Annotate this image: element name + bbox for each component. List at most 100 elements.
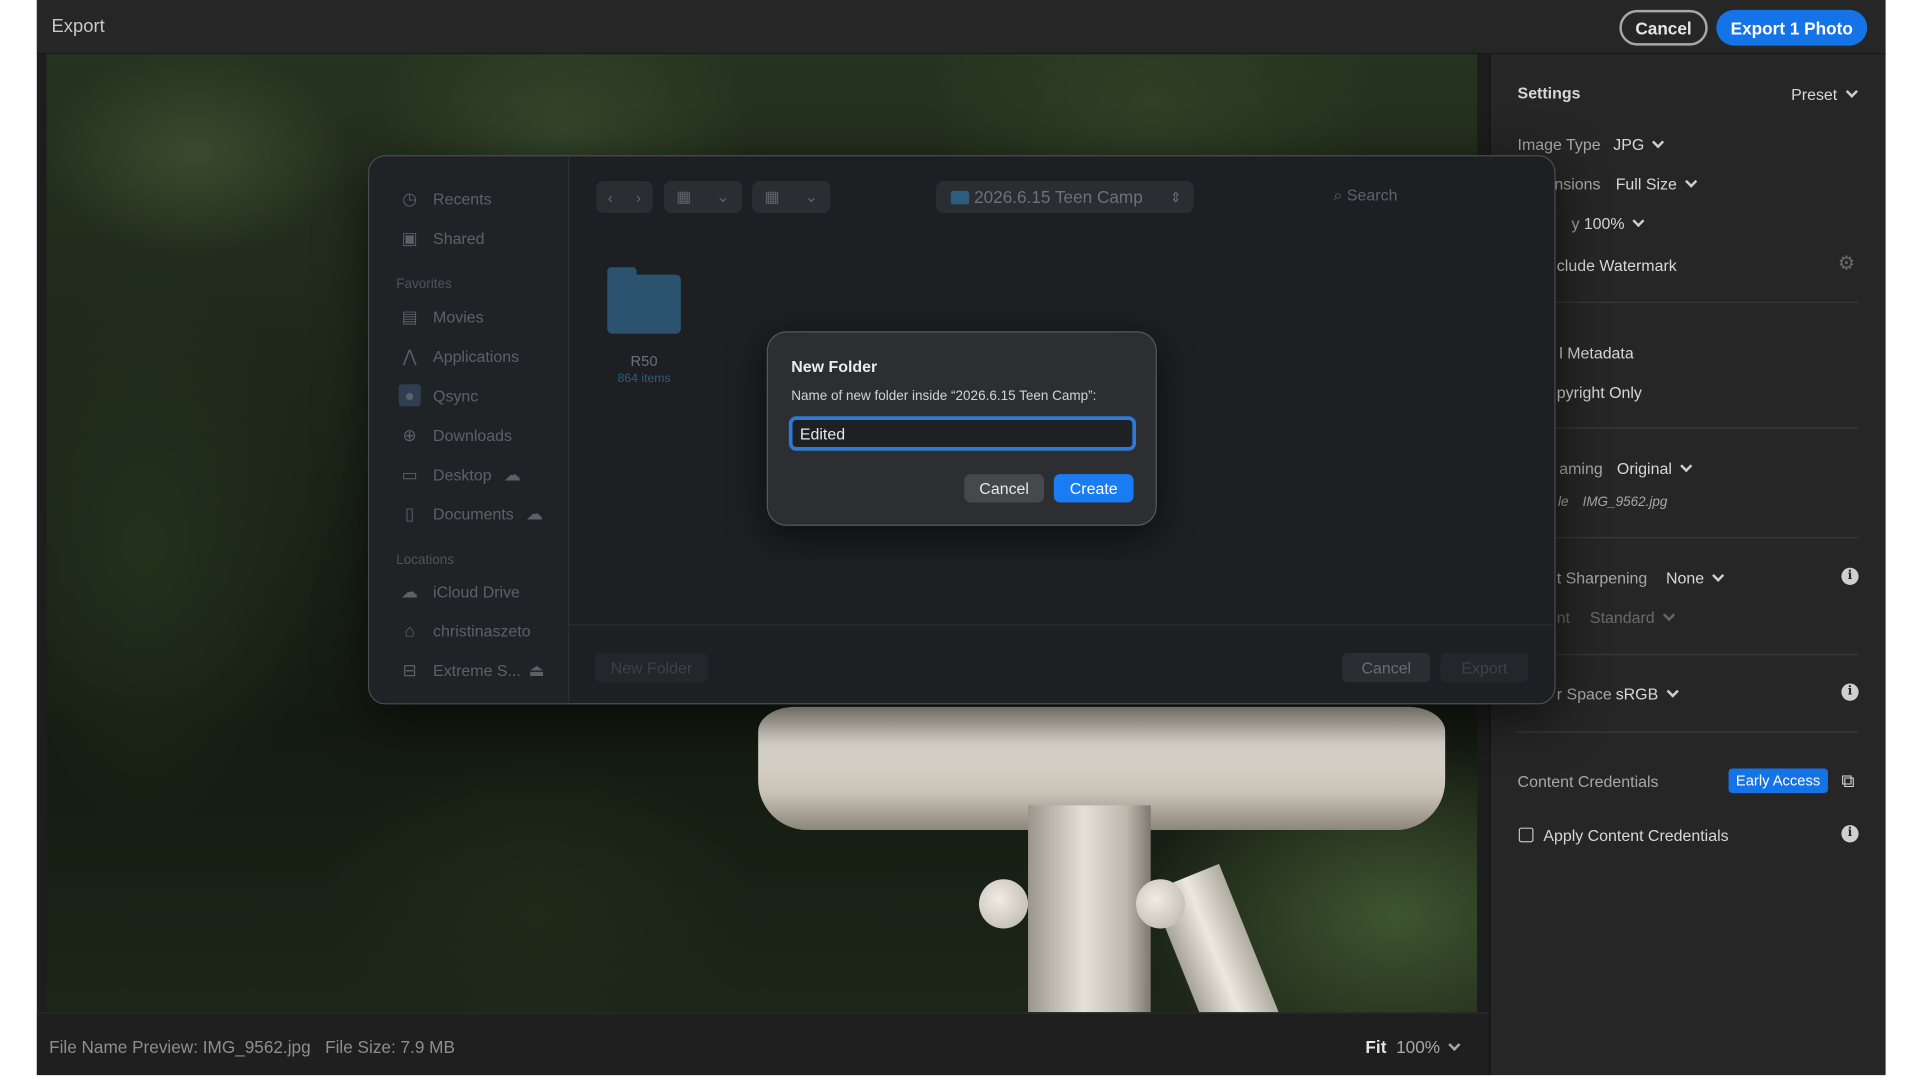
export-window: Export Cancel Export 1 Photo File Name P… <box>36 0 1886 1076</box>
sidebar-item-label: Qsync <box>433 386 479 405</box>
dialog-cancel-button[interactable]: Cancel <box>964 474 1045 503</box>
apply-credentials-checkbox[interactable] <box>1518 827 1534 843</box>
location-popup[interactable]: 2026.6.15 Teen Camp ⇕ <box>936 181 1194 214</box>
sharpening-dropdown[interactable]: None <box>1665 568 1725 588</box>
amount-value: Standard <box>1589 608 1655 627</box>
dimensions-label: nsions <box>1554 174 1601 194</box>
desktop-icon: ▭ <box>401 464 418 484</box>
naming-dropdown[interactable]: Original <box>1617 459 1693 478</box>
color-space-value: sRGB <box>1615 684 1659 704</box>
gear-icon[interactable]: ⚙ <box>1838 251 1856 276</box>
search-placeholder: Search <box>1346 185 1398 205</box>
export-photo-button[interactable]: Export 1 Photo <box>1716 9 1868 46</box>
color-space-dropdown[interactable]: sRGB <box>1615 684 1679 704</box>
sidebar-item-recents[interactable]: ◷ Recents <box>399 187 491 209</box>
info-icon[interactable]: i <box>1841 825 1859 843</box>
divider <box>1515 427 1859 429</box>
eject-icon[interactable]: ⏏ <box>526 659 548 681</box>
view-mode-button[interactable]: ▦ ⌄ <box>663 181 743 214</box>
metadata-all-option[interactable]: l Metadata <box>1559 344 1633 362</box>
sidebar-item-qsync[interactable]: ● Qsync <box>398 384 479 407</box>
amount-dropdown[interactable]: Standard <box>1589 608 1675 627</box>
sidebar-item-extreme[interactable]: ⊟ Extreme S... ⏏ <box>399 659 560 681</box>
image-type-label: Image Type <box>1517 135 1601 154</box>
image-type-dropdown[interactable]: JPG <box>1613 135 1665 154</box>
back-icon[interactable]: ‹ <box>608 188 613 206</box>
zoom-value: 100% <box>1396 1036 1441 1057</box>
file-label: le <box>1558 495 1569 510</box>
sidebar-item-desktop[interactable]: ▭ Desktop ☁ <box>399 463 536 485</box>
chevron-down-icon <box>1666 685 1679 698</box>
color-space-label: r Space <box>1556 684 1612 704</box>
quality-label: y <box>1571 214 1580 233</box>
group-by-button[interactable]: ▦ ⌄ <box>752 181 831 214</box>
title-bar: Export Cancel Export 1 Photo <box>36 0 1886 55</box>
sharpening-label: t Sharpening <box>1556 568 1648 588</box>
folder-icon <box>950 190 970 204</box>
info-icon[interactable]: i <box>1841 567 1859 585</box>
preset-dropdown[interactable]: Preset <box>1791 85 1858 103</box>
metadata-copyright-option[interactable]: pyright Only <box>1557 383 1642 401</box>
photo-subject-knob <box>978 879 1029 929</box>
sidebar-item-label: Shared <box>433 228 485 247</box>
sidebar-item-documents[interactable]: ▯ Documents ☁ <box>399 502 558 524</box>
chevron-down-icon <box>1632 214 1645 228</box>
sidebar-item-label: Documents <box>433 504 514 523</box>
download-icon: ⊕ <box>402 424 417 445</box>
search-field[interactable]: ⌕ Search <box>1334 186 1398 206</box>
sidebar-item-label: iCloud Drive <box>433 581 520 601</box>
divider <box>1515 653 1859 656</box>
quality-dropdown[interactable]: 100% <box>1584 214 1645 233</box>
fit-button[interactable]: Fit <box>1365 1037 1386 1057</box>
chevron-down-icon <box>1845 85 1858 98</box>
sidebar-item-shared[interactable]: ▣ Shared <box>399 227 485 249</box>
cloud-icon: ☁ <box>401 581 419 601</box>
locations-header: Locations <box>396 552 455 568</box>
chevron-down-icon <box>1712 569 1725 582</box>
chevron-down-icon <box>1662 609 1675 622</box>
sidebar-item-home[interactable]: ⌂ christinaszeto <box>399 619 531 641</box>
folder-name[interactable]: R50 <box>607 352 681 369</box>
drive-icon: ⊟ <box>402 660 417 680</box>
status-bar: File Name Preview: IMG_9562.jpg File Siz… <box>36 1012 1490 1076</box>
info-icon[interactable]: i <box>1841 683 1859 701</box>
apply-credentials-label: Apply Content Credentials <box>1543 826 1729 845</box>
shared-folder-icon: ▣ <box>401 227 418 248</box>
create-button[interactable]: Create <box>1053 474 1134 503</box>
cancel-button[interactable]: Cancel <box>1619 9 1708 46</box>
clock-icon: ◷ <box>402 188 418 209</box>
chevron-down-icon <box>1684 175 1698 188</box>
folder-item-count: 864 items <box>617 371 671 386</box>
sidebar-item-label: christinaszeto <box>433 621 531 640</box>
photo-subject-stem <box>1028 805 1151 1013</box>
dimensions-value: Full Size <box>1615 174 1677 194</box>
sharpening-value: None <box>1665 568 1705 588</box>
sidebar-item-icloud[interactable]: ☁ iCloud Drive <box>399 580 520 602</box>
updown-chevron-icon: ⇕ <box>1170 190 1182 206</box>
zoom-dropdown[interactable]: 100% <box>1396 1036 1461 1057</box>
folder-name-input[interactable] <box>788 416 1137 451</box>
window-title: Export <box>51 16 105 37</box>
sidebar-item-label: Applications <box>433 346 520 366</box>
divider <box>1515 731 1859 733</box>
cloud-icon: ☁ <box>525 503 544 524</box>
new-folder-button[interactable]: New Folder <box>594 652 708 683</box>
sheet-sidebar: ◷ Recents ▣ Shared Favorites ▤ Movies ⋀ Appl… <box>369 156 570 704</box>
dimensions-dropdown[interactable]: Full Size <box>1615 174 1698 194</box>
sidebar-item-applications[interactable]: ⋀ Applications <box>399 345 519 367</box>
naming-label: aming <box>1559 459 1603 478</box>
favorites-header: Favorites <box>396 277 452 292</box>
external-link-icon[interactable]: ⧉ <box>1841 771 1854 792</box>
group-icon: ▦ <box>764 187 780 206</box>
folder-icon[interactable] <box>607 267 681 334</box>
sheet-cancel-button[interactable]: Cancel <box>1342 652 1431 683</box>
document-icon: ▯ <box>405 503 415 524</box>
sheet-export-button[interactable]: Export <box>1440 652 1529 683</box>
nav-back-forward: ‹ › <box>596 181 653 214</box>
forward-icon[interactable]: › <box>636 188 641 206</box>
chevron-down-icon <box>1448 1038 1461 1052</box>
sidebar-item-movies[interactable]: ▤ Movies <box>399 305 484 327</box>
divider <box>1515 536 1859 539</box>
search-icon: ⌕ <box>1333 185 1347 205</box>
sidebar-item-downloads[interactable]: ⊕ Downloads <box>399 424 512 446</box>
